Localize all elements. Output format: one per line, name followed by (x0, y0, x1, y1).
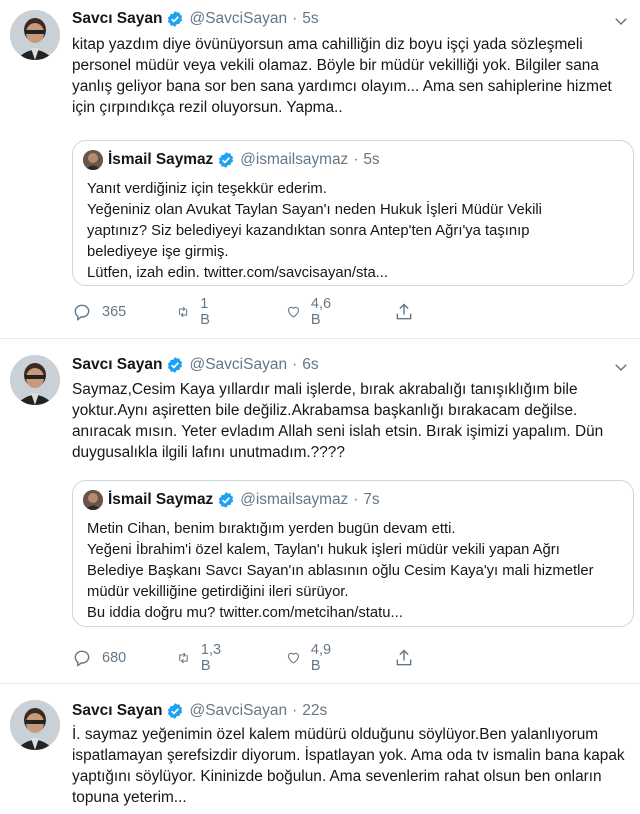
tweet[interactable]: Savcı Sayan @SavciSayan · 6s Saymaz,Cesi… (0, 339, 640, 681)
tweet-text: İ. saymaz yeğenimin özel kalem müdürü ol… (72, 726, 625, 806)
tweet-time[interactable]: 5s (302, 10, 318, 28)
like-button[interactable]: 4,9 B (286, 642, 336, 674)
quoted-author-name: İsmail Saymaz (108, 491, 214, 508)
verified-badge-icon (217, 151, 235, 169)
quoted-text: Metin Cihan, benim bıraktığım yerden bug… (87, 519, 623, 624)
retweet-button[interactable]: 1,3 B (176, 642, 226, 674)
quoted-line: Yeğeniniz olan Avukat Taylan Sayan'ı ned… (87, 202, 542, 218)
reply-icon (74, 650, 90, 667)
tweet-time[interactable]: 22s (302, 702, 327, 720)
avatar[interactable] (10, 700, 60, 750)
retweet-count: 1,3 B (200, 642, 222, 674)
quoted-line: yaptınız? Siz belediyeyi kazandıktan son… (87, 223, 530, 239)
quoted-line: Yeğeni İbrahim'i özel kalem, Taylan'ı hu… (87, 542, 560, 558)
tweet-header: Savcı Sayan @SavciSayan · 6s (72, 354, 319, 376)
reply-count: 365 (102, 304, 127, 320)
quoted-line: Bu iddia doğru mu? twitter.com/metcihan/… (87, 605, 403, 621)
retweet-icon (179, 306, 188, 318)
heart-icon (287, 652, 299, 664)
quoted-line: belediyeye işe girmiş. (87, 244, 229, 260)
reply-button[interactable]: 365 (72, 302, 126, 322)
retweet-count: 1 B (200, 296, 210, 328)
quoted-line: Belediye Başkanı Savcı Sayan'ın ablasını… (87, 563, 594, 579)
author-name[interactable]: Savcı Sayan (72, 10, 162, 28)
avatar (83, 490, 103, 510)
quoted-line: Yanıt verdiğiniz için teşekkür ederim. (87, 181, 327, 197)
quoted-tweet[interactable]: İsmail Saymaz @ismailsaymaz · 5s Yanıt v… (72, 140, 634, 286)
quoted-header: İsmail Saymaz @ismailsaymaz · 7s (83, 489, 380, 511)
share-icon (396, 649, 412, 666)
quoted-text: Yanıt verdiğiniz için teşekkür ederim. Y… (87, 179, 623, 284)
avatar (83, 150, 103, 170)
separator: · (292, 356, 298, 373)
quoted-author-handle: @ismailsaymaz (240, 151, 349, 168)
author-name[interactable]: Savcı Sayan (72, 702, 162, 720)
tweet[interactable]: Savcı Sayan @SavciSayan · 5s kitap yazdı… (0, 0, 640, 336)
quoted-time: 7s (363, 491, 380, 508)
chevron-down-icon[interactable] (612, 12, 630, 30)
separator: · (292, 10, 298, 27)
separator: · (353, 151, 359, 168)
quoted-time: 5s (363, 151, 380, 168)
reply-button[interactable]: 680 (72, 648, 126, 668)
reply-count: 680 (102, 650, 127, 666)
quoted-line: Metin Cihan, benim bıraktığım yerden bug… (87, 521, 456, 537)
avatar[interactable] (10, 10, 60, 60)
retweet-button[interactable]: 1 B (176, 296, 216, 328)
share-icon (396, 303, 412, 320)
separator: · (292, 702, 298, 719)
quoted-header: İsmail Saymaz @ismailsaymaz · 5s (83, 149, 380, 171)
author-handle[interactable]: @SavciSayan (189, 702, 287, 720)
verified-badge-icon (166, 356, 184, 374)
chevron-down-icon[interactable] (612, 358, 630, 376)
tweet-text: kitap yazdım diye övünüyorsun ama cahill… (72, 36, 612, 116)
retweet-icon (179, 652, 188, 664)
tweet-text: Saymaz,Cesim Kaya yıllardır mali işlerde… (72, 381, 604, 461)
avatar[interactable] (10, 355, 60, 405)
tweet-feed: Savcı Sayan @SavciSayan · 5s kitap yazdı… (0, 0, 640, 814)
like-count: 4,9 B (310, 642, 332, 674)
share-button[interactable] (394, 648, 414, 668)
tweet-header: Savcı Sayan @SavciSayan · 5s (72, 8, 319, 30)
tweet[interactable]: Savcı Sayan @SavciSayan · 22s İ. saymaz … (0, 684, 640, 814)
tweet-header: Savcı Sayan @SavciSayan · 22s (72, 700, 327, 722)
author-handle[interactable]: @SavciSayan (189, 10, 287, 28)
author-name[interactable]: Savcı Sayan (72, 356, 162, 374)
quoted-line: müdür vekilliğine getirdiğini ileri sürü… (87, 584, 349, 600)
quoted-author-handle: @ismailsaymaz (240, 491, 349, 508)
verified-badge-icon (166, 702, 184, 720)
author-handle[interactable]: @SavciSayan (189, 356, 287, 374)
like-count: 4,6 B (310, 296, 332, 328)
tweet-time[interactable]: 6s (302, 356, 318, 374)
quoted-author-name: İsmail Saymaz (108, 151, 214, 168)
quoted-line: Lütfen, izah edin. twitter.com/savcisaya… (87, 265, 389, 281)
verified-badge-icon (217, 491, 235, 509)
quoted-tweet[interactable]: İsmail Saymaz @ismailsaymaz · 7s Metin C… (72, 480, 634, 627)
heart-icon (287, 306, 299, 318)
separator: · (353, 491, 359, 508)
like-button[interactable]: 4,6 B (286, 296, 336, 328)
verified-badge-icon (166, 10, 184, 28)
share-button[interactable] (394, 302, 414, 322)
reply-icon (74, 304, 90, 321)
